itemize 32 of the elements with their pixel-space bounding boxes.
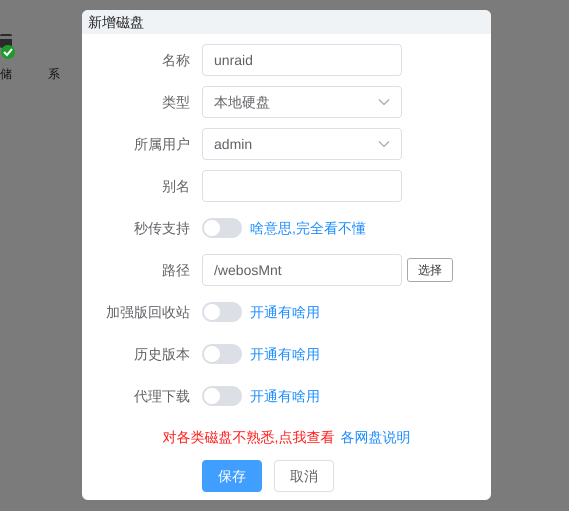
field-label: 路径 bbox=[162, 260, 190, 280]
field-label: 类型 bbox=[162, 92, 190, 112]
field-label: 所属用户 bbox=[134, 134, 190, 154]
field-label: 别名 bbox=[162, 176, 190, 196]
cancel-button[interactable]: 取消 bbox=[274, 460, 334, 492]
help-link[interactable]: 啥意思,完全看不懂 bbox=[250, 218, 366, 238]
field-label: 加强版回收站 bbox=[106, 302, 190, 322]
save-button[interactable]: 保存 bbox=[202, 460, 262, 492]
help-link[interactable]: 开通有啥用 bbox=[250, 302, 320, 322]
field-label: 名称 bbox=[162, 50, 190, 70]
toggle-switch[interactable] bbox=[202, 218, 242, 238]
text-field[interactable]: unraid bbox=[202, 44, 402, 76]
text-field[interactable]: /webosMnt bbox=[202, 254, 402, 286]
desktop-icon-label[interactable]: 储 bbox=[0, 65, 12, 83]
select-field[interactable]: admin bbox=[202, 128, 402, 160]
toggle-switch[interactable] bbox=[202, 386, 242, 406]
field-label: 秒传支持 bbox=[134, 218, 190, 238]
help-link[interactable]: 开通有啥用 bbox=[250, 344, 320, 364]
chevron-down-icon bbox=[378, 140, 390, 148]
field-label: 历史版本 bbox=[134, 344, 190, 364]
help-link[interactable]: 开通有啥用 bbox=[250, 386, 320, 406]
disk-help-link[interactable]: 各网盘说明 bbox=[340, 428, 410, 446]
chevron-down-icon bbox=[378, 98, 390, 106]
text-field[interactable] bbox=[202, 170, 402, 202]
dialog-title: 新增磁盘 bbox=[88, 12, 144, 32]
choose-button[interactable]: 选择 bbox=[407, 258, 453, 282]
notice-text: 对各类磁盘不熟悉,点我查看 bbox=[162, 428, 334, 446]
toggle-switch[interactable] bbox=[202, 344, 242, 364]
toggle-switch[interactable] bbox=[202, 302, 242, 322]
desktop-icon-label[interactable]: 系 bbox=[48, 65, 60, 83]
field-label: 代理下载 bbox=[134, 386, 190, 406]
select-field[interactable]: 本地硬盘 bbox=[202, 86, 402, 118]
